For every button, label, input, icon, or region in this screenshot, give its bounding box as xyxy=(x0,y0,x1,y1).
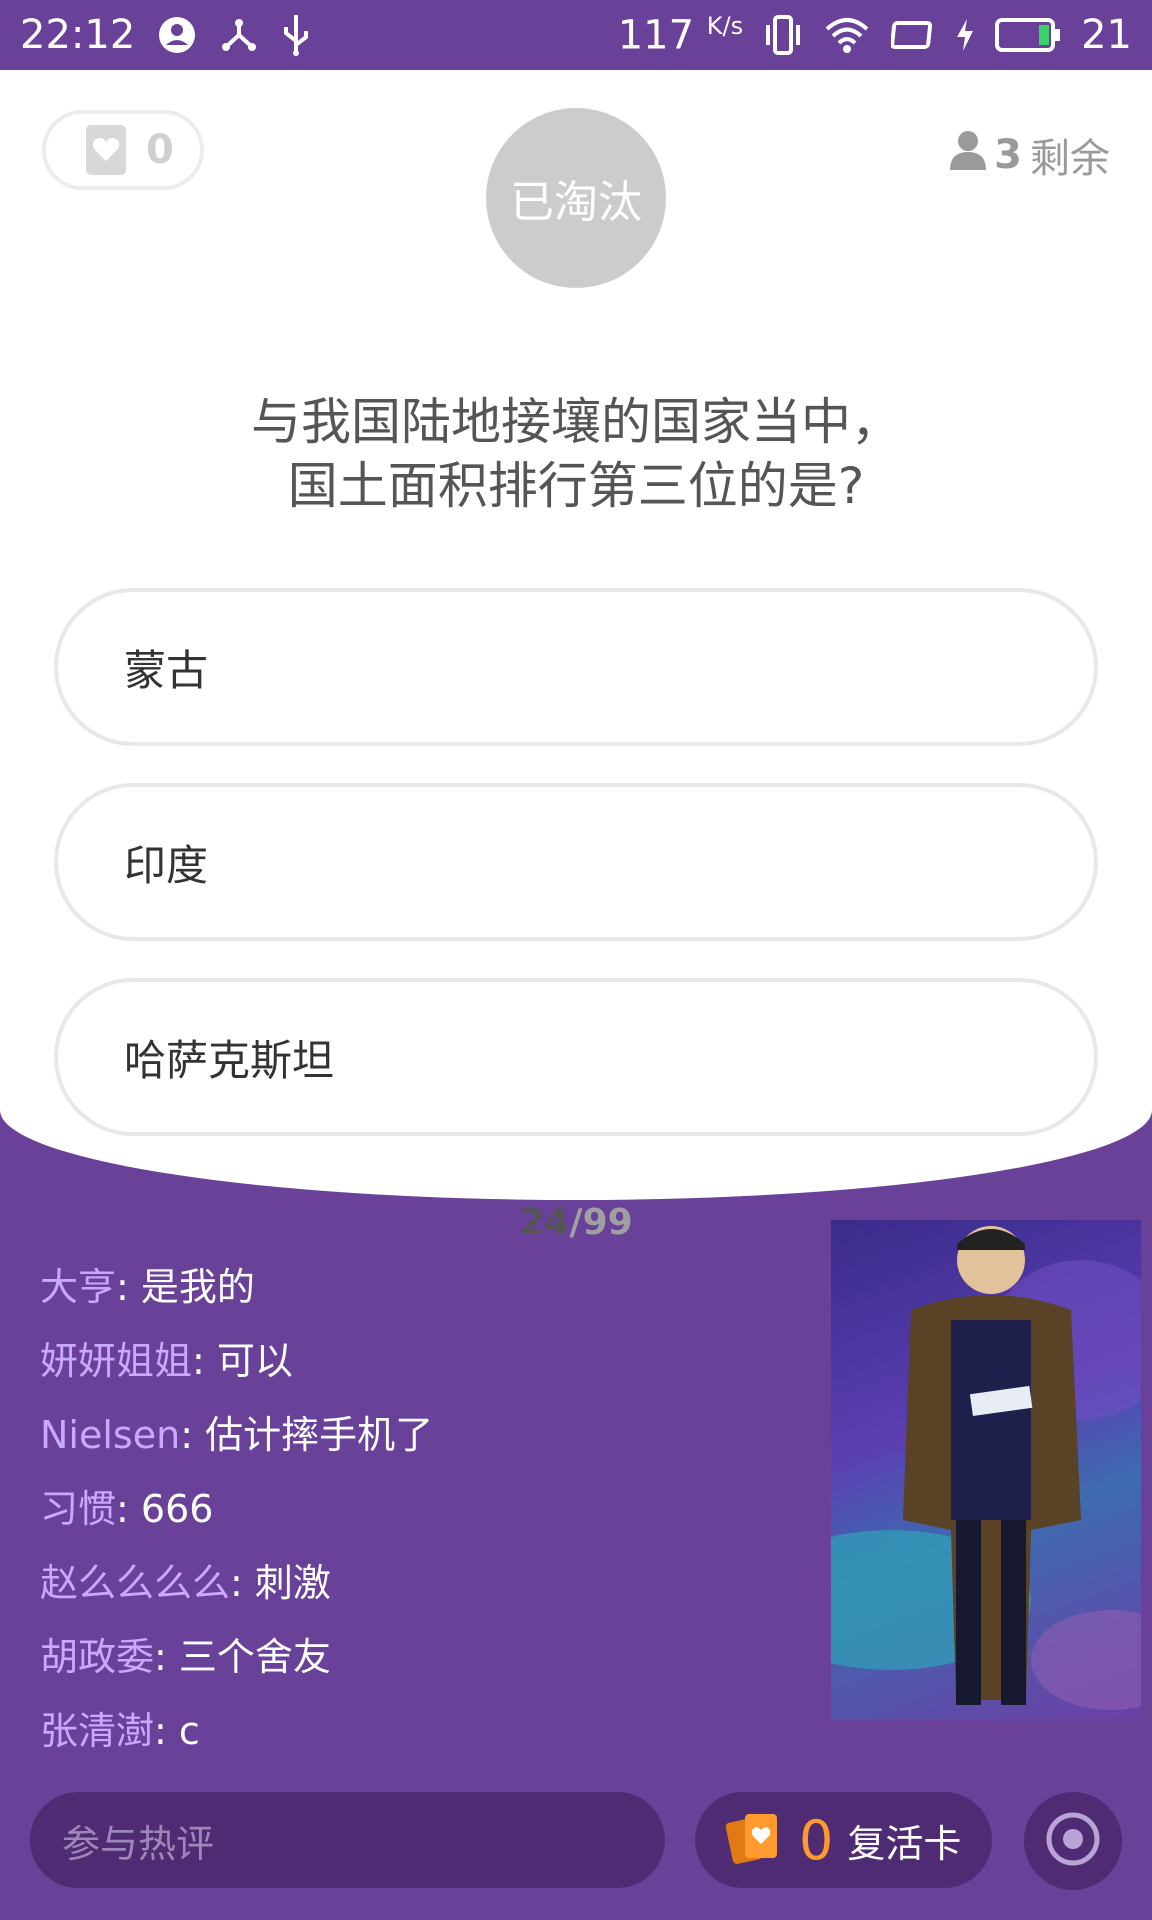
comment-user[interactable]: 张清澍 xyxy=(40,1709,154,1753)
comment-item: 赵么么么么: 刺激 xyxy=(40,1546,800,1620)
vibrate-icon xyxy=(763,13,803,57)
comment-item: 张清澍: c xyxy=(40,1694,800,1768)
comment-text: : 估计摔手机了 xyxy=(180,1413,434,1457)
remaining-label: 剩余 xyxy=(1030,136,1110,182)
revive-label: 复活卡 xyxy=(847,1821,962,1866)
comment-text: : 三个舍友 xyxy=(154,1635,331,1679)
lives-badge[interactable]: 0 xyxy=(42,110,204,190)
wifi-icon xyxy=(823,15,871,55)
comment-item: 妍妍姐姐: 可以 xyxy=(40,1324,800,1398)
status-time: 22:12 xyxy=(20,12,136,58)
comment-item: 胡政委: 三个舍友 xyxy=(40,1620,800,1694)
comment-text: : 666 xyxy=(116,1487,214,1531)
progress-total: /99 xyxy=(569,1202,633,1243)
comment-user[interactable]: 赵么么么么 xyxy=(40,1561,230,1605)
comment-text: : c xyxy=(154,1709,200,1753)
comment-text: : 是我的 xyxy=(116,1265,255,1309)
network-speed: 117 K/s xyxy=(617,11,744,59)
question-text: 与我国陆地接壤的国家当中， 国土面积排行第三位的是? xyxy=(0,390,1152,518)
revive-card-button[interactable]: 0 复活卡 xyxy=(695,1792,992,1888)
target-icon xyxy=(1045,1811,1101,1871)
battery-level: 21 xyxy=(1081,11,1132,58)
person-icon xyxy=(950,130,987,180)
screen-rotate-icon xyxy=(891,17,935,53)
comment-user[interactable]: 胡政委 xyxy=(40,1635,154,1679)
target-button[interactable] xyxy=(1024,1792,1122,1890)
answer-option-1[interactable]: 蒙古 xyxy=(54,588,1098,746)
answer-option-3[interactable]: 哈萨克斯坦 xyxy=(54,978,1098,1136)
remaining-count: 3 xyxy=(994,132,1022,178)
comment-list: 大亨: 是我的 妍妍姐姐: 可以 Nielsen: 估计摔手机了 习惯: 666… xyxy=(40,1250,800,1768)
comment-text: : 可以 xyxy=(192,1339,293,1383)
comment-user[interactable]: Nielsen xyxy=(40,1413,180,1457)
heart-icon xyxy=(86,125,126,175)
eliminated-badge: 已淘汰 xyxy=(486,108,666,288)
host-video xyxy=(831,1220,1141,1720)
host-figure xyxy=(831,1226,1141,1710)
status-bar: 22:12 117 K/s 21 xyxy=(0,0,1152,70)
comment-user[interactable]: 大亨 xyxy=(40,1265,116,1309)
answer-option-2[interactable]: 印度 xyxy=(54,783,1098,941)
comment-text: : 刺激 xyxy=(230,1561,331,1605)
usb-icon xyxy=(281,13,311,57)
question-progress: 24/99 xyxy=(0,1202,1152,1243)
account-circle-icon xyxy=(157,15,197,55)
question-line-2: 国土面积排行第三位的是? xyxy=(287,457,865,515)
progress-current: 24 xyxy=(519,1202,570,1243)
lives-count: 0 xyxy=(146,127,174,173)
comment-item: 大亨: 是我的 xyxy=(40,1250,800,1324)
comment-item: Nielsen: 估计摔手机了 xyxy=(40,1398,800,1472)
comment-input[interactable]: 参与热评 xyxy=(30,1792,665,1888)
battery-icon xyxy=(995,17,1061,53)
nfc-share-icon xyxy=(219,15,259,55)
comment-user[interactable]: 妍妍姐姐 xyxy=(40,1339,192,1383)
comment-item: 习惯: 666 xyxy=(40,1472,800,1546)
revive-card-icon xyxy=(725,1810,785,1870)
question-line-1: 与我国陆地接壤的国家当中， xyxy=(251,393,901,451)
remaining-players: 3 剩余 xyxy=(950,126,1110,184)
charging-icon xyxy=(955,17,975,53)
comment-user[interactable]: 习惯 xyxy=(40,1487,116,1531)
revive-count: 0 xyxy=(799,1808,834,1872)
quiz-card: 0 已淘汰 3 剩余 与我国陆地接壤的国家当中， 国土面积排行第三位的是? 蒙古 … xyxy=(0,70,1152,1243)
